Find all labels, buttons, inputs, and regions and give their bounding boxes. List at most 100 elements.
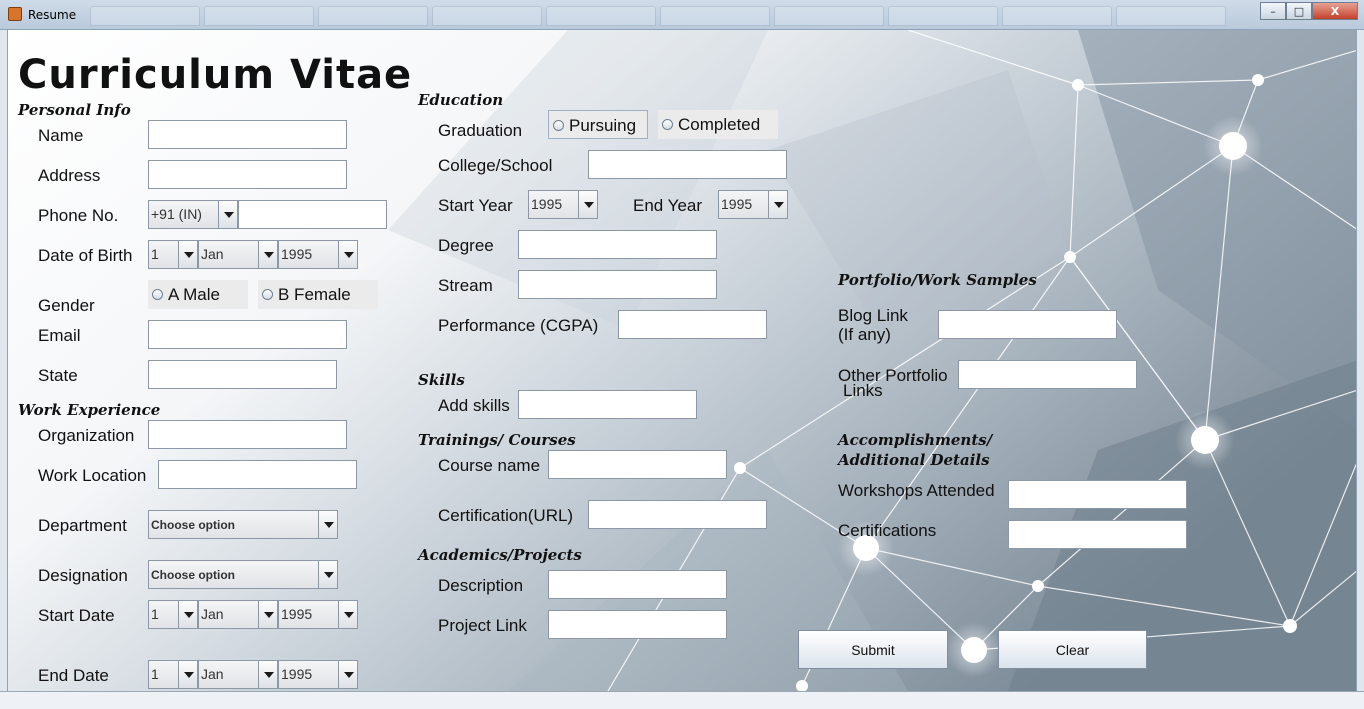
phone-country-code-select[interactable]: +91 (IN) <box>148 200 238 229</box>
certifications-field[interactable] <box>1008 520 1187 549</box>
certifications-label: Certifications <box>838 521 937 540</box>
blog-link-field[interactable] <box>938 310 1117 339</box>
edu-start-year-label: Start Year <box>438 196 513 215</box>
address-field[interactable] <box>148 160 347 189</box>
work-location-field[interactable] <box>158 460 357 489</box>
department-select[interactable]: Choose option <box>148 510 338 539</box>
other-portfolio-label: Other Portfolio Links <box>838 366 948 400</box>
add-skills-field[interactable] <box>518 390 697 419</box>
dob-month-select[interactable]: Jan <box>198 240 278 269</box>
designation-value: Choose option <box>151 568 235 582</box>
description-field[interactable] <box>548 570 727 599</box>
graduation-completed-text: Completed <box>678 115 761 134</box>
edu-start-year-select[interactable]: 1995 <box>528 190 598 219</box>
chevron-down-icon <box>318 511 337 538</box>
designation-select[interactable]: Choose option <box>148 560 338 589</box>
window-titlebar: Resume – □ X <box>0 0 1364 30</box>
gender-male-radio[interactable]: A Male <box>148 280 248 309</box>
chevron-down-icon <box>258 241 277 268</box>
start-date-label: Start Date <box>38 606 115 625</box>
stream-field[interactable] <box>518 270 717 299</box>
background-taskbar-tabs <box>90 6 1226 26</box>
section-accomplishments: Accomplishments/ Additional Details <box>838 430 992 470</box>
chevron-down-icon <box>178 241 197 268</box>
accomplishments-title-line1: Accomplishments/ <box>838 431 993 449</box>
name-field[interactable] <box>148 120 347 149</box>
workshops-label: Workshops Attended <box>838 481 995 500</box>
college-label: College/School <box>438 156 553 175</box>
chevron-down-icon <box>338 601 357 628</box>
maximize-button[interactable]: □ <box>1286 2 1312 20</box>
phone-country-code-value: +91 (IN) <box>151 206 202 222</box>
close-button[interactable]: X <box>1312 2 1358 20</box>
work-location-label: Work Location <box>38 466 147 485</box>
phone-field[interactable] <box>238 200 387 229</box>
section-portfolio: Portfolio/Work Samples <box>838 271 1037 289</box>
minimize-button[interactable]: – <box>1260 2 1286 20</box>
degree-field[interactable] <box>518 230 717 259</box>
section-personal-info: Personal Info <box>18 101 131 119</box>
start-year-value: 1995 <box>281 606 313 622</box>
clear-button[interactable]: Clear <box>998 630 1147 669</box>
chevron-down-icon <box>218 201 237 228</box>
chevron-down-icon <box>178 601 197 628</box>
performance-label: Performance (CGPA) <box>438 316 599 335</box>
designation-label: Designation <box>38 566 128 585</box>
workshops-field[interactable] <box>1008 480 1187 509</box>
edu-end-year-select[interactable]: 1995 <box>718 190 788 219</box>
department-value: Choose option <box>151 518 235 532</box>
gender-label: Gender <box>38 296 95 315</box>
dob-day-select[interactable]: 1 <box>148 240 198 269</box>
end-year-select[interactable]: 1995 <box>278 660 358 689</box>
performance-field[interactable] <box>618 310 767 339</box>
end-day-select[interactable]: 1 <box>148 660 198 689</box>
end-year-value: 1995 <box>281 666 313 682</box>
dob-year-select[interactable]: 1995 <box>278 240 358 269</box>
chevron-down-icon <box>258 601 277 628</box>
start-day-select[interactable]: 1 <box>148 600 198 629</box>
start-year-select[interactable]: 1995 <box>278 600 358 629</box>
chevron-down-icon <box>318 561 337 588</box>
state-field[interactable] <box>148 360 337 389</box>
start-month-value: Jan <box>201 606 224 622</box>
certification-url-field[interactable] <box>588 500 767 529</box>
state-label: State <box>38 366 78 385</box>
chevron-down-icon <box>768 191 787 218</box>
radio-circle-icon <box>553 120 564 131</box>
blog-link-label-line1: Blog Link <box>838 306 908 325</box>
end-month-select[interactable]: Jan <box>198 660 278 689</box>
organization-field[interactable] <box>148 420 347 449</box>
submit-button[interactable]: Submit <box>798 630 948 669</box>
graduation-completed-radio[interactable]: Completed <box>658 110 778 139</box>
gender-female-radio[interactable]: B Female <box>258 280 378 309</box>
start-month-select[interactable]: Jan <box>198 600 278 629</box>
other-portfolio-field[interactable] <box>958 360 1137 389</box>
dob-day-value: 1 <box>151 246 159 262</box>
edu-end-year-label: End Year <box>633 196 703 215</box>
project-link-field[interactable] <box>548 610 727 639</box>
chevron-down-icon <box>258 661 277 688</box>
section-academics: Academics/Projects <box>418 546 582 564</box>
start-day-value: 1 <box>151 606 159 622</box>
page-title: Curriculum Vitae <box>18 52 413 98</box>
window-title: Resume <box>28 8 77 22</box>
window-controls: – □ X <box>1260 2 1358 20</box>
gender-female-text: B Female <box>278 285 351 304</box>
end-month-value: Jan <box>201 666 224 682</box>
dob-label: Date of Birth <box>38 246 133 265</box>
name-label: Name <box>38 126 84 145</box>
certification-url-label: Certification(URL) <box>438 506 574 525</box>
radio-circle-icon <box>662 119 673 130</box>
end-day-value: 1 <box>151 666 159 682</box>
course-name-field[interactable] <box>548 450 727 479</box>
graduation-pursuing-radio[interactable]: Pursuing <box>548 110 648 139</box>
course-name-label: Course name <box>438 456 541 475</box>
email-field[interactable] <box>148 320 347 349</box>
degree-label: Degree <box>438 236 494 255</box>
chevron-down-icon <box>338 661 357 688</box>
phone-label: Phone No. <box>38 206 119 225</box>
java-app-icon <box>8 7 22 21</box>
gender-male-text: A Male <box>168 285 220 304</box>
college-field[interactable] <box>588 150 787 179</box>
blog-link-label: Blog Link (If any) <box>838 306 908 344</box>
